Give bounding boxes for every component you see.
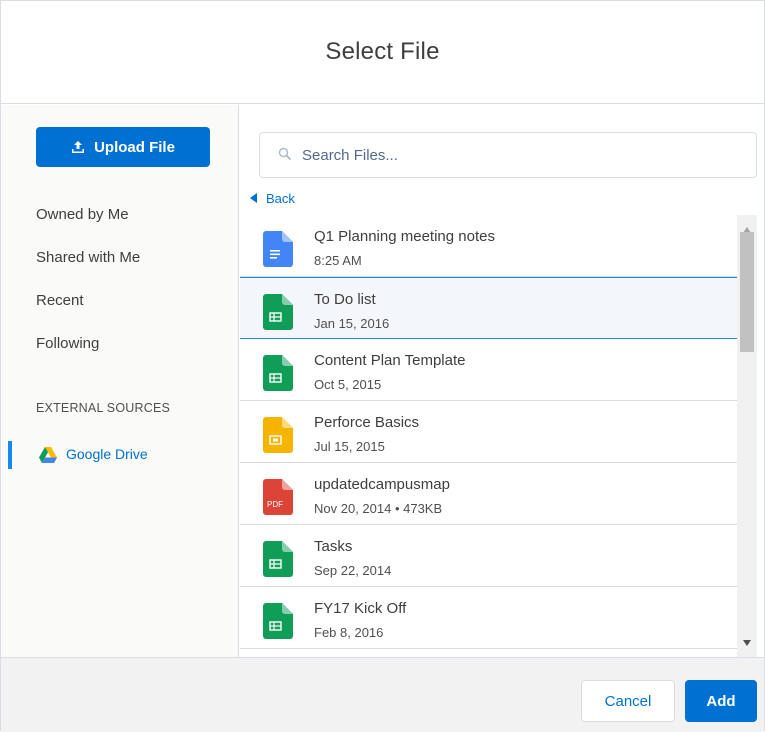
google-slides-icon bbox=[262, 416, 294, 459]
file-row[interactable]: FY17 Kick Off Feb 8, 2016 bbox=[240, 587, 737, 649]
nav-recent[interactable]: Recent bbox=[36, 292, 84, 309]
scrollbar-thumb[interactable] bbox=[740, 232, 754, 352]
back-arrow-icon bbox=[250, 191, 258, 206]
file-name: updatedcampusmap bbox=[314, 476, 450, 493]
file-meta: Jul 15, 2015 bbox=[314, 439, 385, 454]
file-browser: Back Q1 Planning meeting notes 8:25 AM bbox=[240, 105, 764, 657]
file-meta: Nov 20, 2014 • 473KB bbox=[314, 501, 443, 516]
nav-shared-with-me[interactable]: Shared with Me bbox=[36, 249, 140, 266]
modal-title: Select File bbox=[325, 38, 440, 65]
google-doc-icon bbox=[262, 230, 294, 273]
file-name: Content Plan Template bbox=[314, 352, 466, 369]
file-name: Q1 Planning meeting notes bbox=[314, 228, 495, 245]
google-drive-label: Google Drive bbox=[66, 446, 148, 462]
sidebar-item-google-drive[interactable]: Google Drive bbox=[1, 439, 239, 469]
file-meta: Sep 22, 2014 bbox=[314, 563, 392, 578]
google-sheet-icon bbox=[262, 293, 294, 336]
scroll-down-arrow-icon[interactable] bbox=[743, 633, 751, 651]
pdf-file-icon: PDF bbox=[262, 478, 294, 521]
file-meta: Oct 5, 2015 bbox=[314, 377, 382, 392]
cancel-button[interactable]: Cancel bbox=[581, 680, 675, 722]
file-name: To Do list bbox=[314, 291, 376, 308]
back-link[interactable]: Back bbox=[250, 191, 295, 206]
search-icon bbox=[278, 147, 292, 166]
file-row[interactable]: Content Plan Template Oct 5, 2015 bbox=[240, 339, 737, 401]
file-row[interactable]: Perforce Basics Jul 15, 2015 bbox=[240, 401, 737, 463]
file-meta: Jan 15, 2016 bbox=[314, 316, 390, 331]
pdf-badge: PDF bbox=[267, 500, 283, 509]
file-meta: Feb 8, 2016 bbox=[314, 625, 384, 640]
upload-icon bbox=[71, 140, 85, 154]
modal-footer: Cancel Add bbox=[1, 657, 764, 732]
file-name: Tasks bbox=[314, 538, 353, 555]
nav-owned-by-me[interactable]: Owned by Me bbox=[36, 206, 129, 223]
upload-file-label: Upload File bbox=[94, 138, 175, 156]
select-file-modal: Select File Upload File Owned by Me Shar… bbox=[0, 0, 765, 732]
back-label: Back bbox=[266, 191, 295, 206]
file-meta: 8:25 AM bbox=[314, 253, 362, 268]
file-name: Perforce Basics bbox=[314, 414, 420, 431]
google-sheet-icon bbox=[262, 602, 294, 645]
add-button[interactable]: Add bbox=[685, 680, 757, 722]
google-drive-icon bbox=[39, 447, 57, 468]
search-box bbox=[259, 132, 757, 178]
file-list-scrollbar[interactable] bbox=[737, 215, 757, 657]
nav-following[interactable]: Following bbox=[36, 335, 99, 352]
file-row[interactable]: Q1 Planning meeting notes 8:25 AM bbox=[240, 215, 737, 277]
file-name: FY17 Kick Off bbox=[314, 600, 407, 617]
search-input[interactable] bbox=[302, 133, 742, 177]
google-sheet-icon bbox=[262, 354, 294, 397]
file-row[interactable]: Tasks Sep 22, 2014 bbox=[240, 525, 737, 587]
file-row[interactable]: PDF updatedcampusmap Nov 20, 2014 • 473K… bbox=[240, 463, 737, 525]
upload-file-button[interactable]: Upload File bbox=[36, 127, 210, 167]
file-list: Q1 Planning meeting notes 8:25 AM To Do … bbox=[240, 215, 737, 657]
active-indicator bbox=[8, 441, 12, 469]
google-sheet-icon bbox=[262, 540, 294, 583]
external-sources-heading: EXTERNAL SOURCES bbox=[36, 401, 171, 415]
file-row-selected[interactable]: To Do list Jan 15, 2016 bbox=[240, 277, 737, 339]
modal-header: Select File bbox=[1, 1, 764, 104]
sidebar: Upload File Owned by Me Shared with Me R… bbox=[1, 105, 239, 657]
